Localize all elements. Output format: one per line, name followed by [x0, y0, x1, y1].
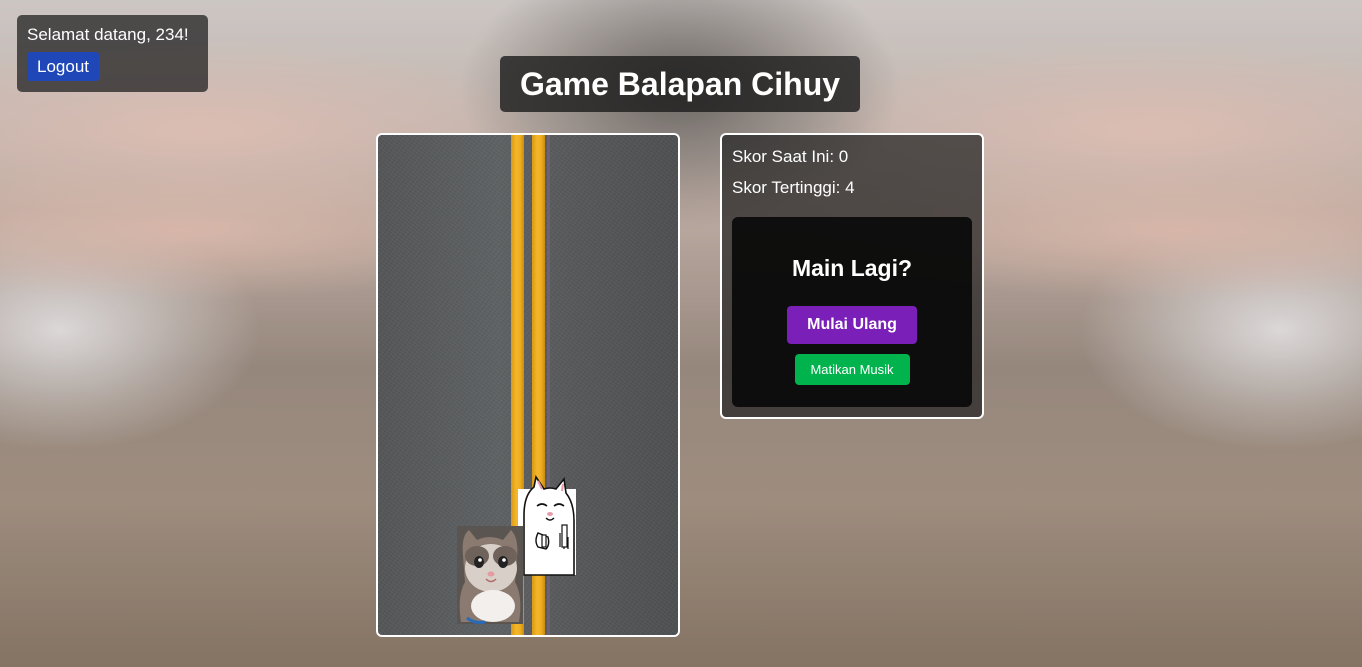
score-panel: Skor Saat Ini: 0 Skor Tertinggi: 4 Main … — [720, 133, 984, 419]
game-over-dialog: Main Lagi? Mulai Ulang Matikan Musik — [732, 217, 972, 407]
obstacle-cat-icon — [518, 475, 576, 576]
high-score: Skor Tertinggi: 4 — [732, 178, 855, 197]
player-cat-icon — [457, 526, 523, 624]
game-canvas[interactable] — [376, 133, 680, 637]
restart-button[interactable]: Mulai Ulang — [787, 306, 917, 344]
user-panel: Selamat datang, 234! Logout — [17, 15, 208, 92]
page-title: Game Balapan Cihuy — [519, 65, 841, 102]
title-banner: Game Balapan Cihuy — [500, 56, 860, 112]
mute-music-button[interactable]: Matikan Musik — [794, 354, 910, 385]
welcome-text: Selamat datang, 234! — [27, 25, 189, 44]
current-score: Skor Saat Ini: 0 — [732, 147, 849, 166]
game-over-title: Main Lagi? — [791, 255, 913, 281]
logout-button[interactable]: Logout — [27, 52, 99, 81]
